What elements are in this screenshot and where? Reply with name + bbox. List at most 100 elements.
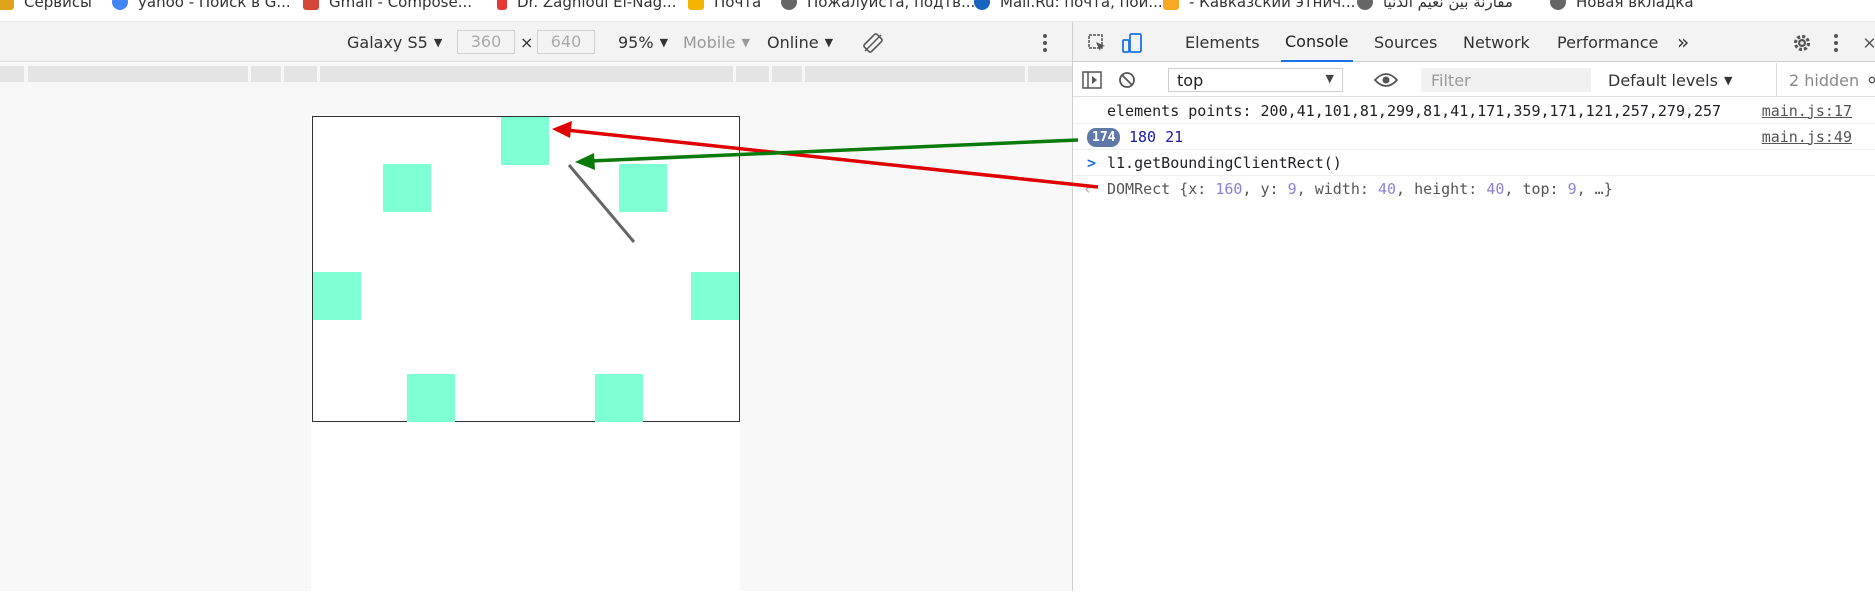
globe-icon	[1357, 0, 1373, 10]
game-field	[312, 116, 740, 422]
ruler-segment[interactable]	[320, 66, 733, 82]
devtools-tabbar: Elements Console Sources Network Perform…	[1073, 22, 1875, 62]
result-key: height:	[1414, 180, 1478, 198]
source-link[interactable]: main.js:49	[1762, 128, 1852, 146]
log-levels-select[interactable]: Default levels ▼	[1608, 63, 1732, 97]
eye-icon[interactable]	[1373, 69, 1399, 91]
result-object[interactable]: DOMRect {x: 160, y: 9, width: 40, height…	[1107, 180, 1613, 198]
close-icon[interactable]	[1863, 31, 1875, 55]
apps-grid-icon	[0, 0, 14, 10]
clear-console-icon[interactable]	[1116, 69, 1138, 91]
device-type-select[interactable]: Mobile ▼	[683, 22, 750, 62]
media-query-ruler	[0, 63, 1072, 85]
globe-icon	[781, 0, 797, 10]
bookmark-label: Dr. Zaghloul El-Nag...	[517, 0, 677, 11]
tab-console[interactable]: Console	[1281, 22, 1353, 62]
inspect-element-icon[interactable]	[1085, 31, 1109, 55]
result-key: width:	[1314, 180, 1369, 198]
gear-icon[interactable]	[1790, 31, 1814, 55]
result-suffix: , …}	[1576, 180, 1613, 198]
ruler-segment[interactable]	[805, 66, 1025, 82]
bookmark-item[interactable]: - Кавказский этнич...	[1163, 0, 1355, 12]
bookmark-item[interactable]: Dr. Zaghloul El-Nag...	[497, 0, 676, 12]
star-icon	[1163, 0, 1179, 10]
width-input[interactable]: 360	[457, 30, 515, 54]
bookmark-services[interactable]: Сервисы	[0, 0, 92, 12]
result-key: top:	[1522, 180, 1559, 198]
console-command: l1.getBoundingClientRect()	[1107, 153, 1342, 172]
bookmark-item[interactable]: yahoo - Поиск в G...	[112, 0, 291, 12]
result-prefix: DOMRect {	[1107, 180, 1189, 198]
more-tabs-button[interactable]: »	[1677, 22, 1689, 62]
throttle-select[interactable]: Online ▼	[767, 22, 833, 62]
rotate-icon[interactable]	[861, 31, 885, 55]
dropdown-caret-icon: ▼	[1723, 73, 1733, 87]
log-message: elements points: 200,41,101,81,299,81,41…	[1107, 101, 1722, 120]
result-value: 40	[1377, 180, 1396, 198]
zoom-select[interactable]: 95% ▼	[618, 22, 668, 62]
gmail-icon	[303, 0, 319, 10]
ruler-segment[interactable]	[0, 66, 24, 82]
bookmark-icon	[497, 0, 507, 10]
bookmark-label: yahoo - Поиск в G...	[138, 0, 291, 11]
bookmark-label: Почта	[714, 0, 762, 11]
console-log-row: elements points: 200,41,101,81,299,81,41…	[1073, 98, 1875, 124]
result-key: y:	[1260, 180, 1279, 198]
bookmark-item[interactable]: Почта	[688, 0, 761, 12]
bookmark-item[interactable]: Новая вкладка	[1550, 0, 1694, 12]
console-result-row: ‹ DOMRect {x: 160, y: 9, width: 40, heig…	[1073, 176, 1875, 202]
ruler-segment[interactable]	[736, 66, 769, 82]
source-link[interactable]: main.js:17	[1762, 102, 1852, 120]
bookmark-item[interactable]: Mail.Ru: почта, пои...	[974, 0, 1163, 12]
dropdown-caret-icon: ▼	[1325, 72, 1334, 85]
bookmark-label: مقارنة بين نعيم الدنيا	[1383, 0, 1513, 11]
bookmark-item[interactable]: Gmail - Compose...	[303, 0, 472, 12]
console-settings-icon[interactable]	[1868, 71, 1875, 89]
ruler-segment[interactable]	[772, 66, 802, 82]
height-input[interactable]: 640	[537, 30, 595, 54]
bookmark-item[interactable]: Пожалуйста, подтв...	[781, 0, 975, 12]
console-output: elements points: 200,41,101,81,299,81,41…	[1073, 98, 1875, 202]
filter-input[interactable]	[1421, 68, 1591, 92]
context-value: top	[1177, 70, 1204, 90]
hidden-count: 2 hidden	[1789, 70, 1860, 90]
tab-performance[interactable]: Performance	[1557, 22, 1658, 62]
tab-sources[interactable]: Sources	[1374, 22, 1437, 62]
ruler-segment[interactable]	[28, 66, 248, 82]
zoom-value: 95%	[618, 32, 654, 52]
google-icon	[112, 0, 128, 10]
bookmark-label: Пожалуйста, подтв...	[807, 0, 976, 11]
mail-icon	[688, 0, 704, 10]
console-log-row: 174 180 21 main.js:49	[1073, 124, 1875, 150]
bookmark-label: Новая вкладка	[1576, 0, 1694, 11]
devtools-panel: Elements Console Sources Network Perform…	[1072, 22, 1875, 591]
ruler-segment[interactable]	[1028, 66, 1072, 82]
divider	[1776, 63, 1777, 97]
bookmark-item[interactable]: مقارنة بين نعيم الدنيا	[1357, 0, 1513, 12]
result-key: x:	[1188, 180, 1207, 198]
bookmarks-bar: Сервисы yahoo - Поиск в G... Gmail - Com…	[0, 0, 1875, 22]
ruler-segment[interactable]	[284, 66, 317, 82]
context-select[interactable]: top ▼	[1168, 68, 1343, 92]
device-name: Galaxy S5	[347, 32, 428, 52]
device-toolbar: Galaxy S5 ▼ 360 × 640 95% ▼ Mobile ▼ Online…	[0, 22, 1072, 62]
device-toggle-icon[interactable]	[1120, 31, 1144, 55]
times-sign: ×	[520, 32, 534, 52]
ruler-segment[interactable]	[251, 66, 281, 82]
bookmark-label: Gmail - Compose...	[329, 0, 473, 11]
result-value: 9	[1567, 180, 1577, 198]
result-value: 160	[1215, 180, 1243, 198]
tab-network[interactable]: Network	[1463, 22, 1530, 62]
bookmark-label: - Кавказский этнич...	[1189, 0, 1356, 11]
sidebar-toggle-icon[interactable]	[1081, 69, 1103, 91]
mailru-icon	[974, 0, 990, 10]
more-options-icon[interactable]	[1035, 31, 1055, 55]
dropdown-caret-icon: ▼	[433, 35, 443, 49]
tab-elements[interactable]: Elements	[1185, 22, 1260, 62]
device-select[interactable]: Galaxy S5 ▼	[347, 22, 442, 62]
globe-icon	[1550, 0, 1566, 10]
result-arrow-icon: ‹	[1083, 180, 1093, 198]
console-input-row: > l1.getBoundingClientRect()	[1073, 150, 1875, 176]
log-message: 180 21	[1129, 127, 1184, 146]
devtools-menu-icon[interactable]	[1828, 31, 1844, 55]
